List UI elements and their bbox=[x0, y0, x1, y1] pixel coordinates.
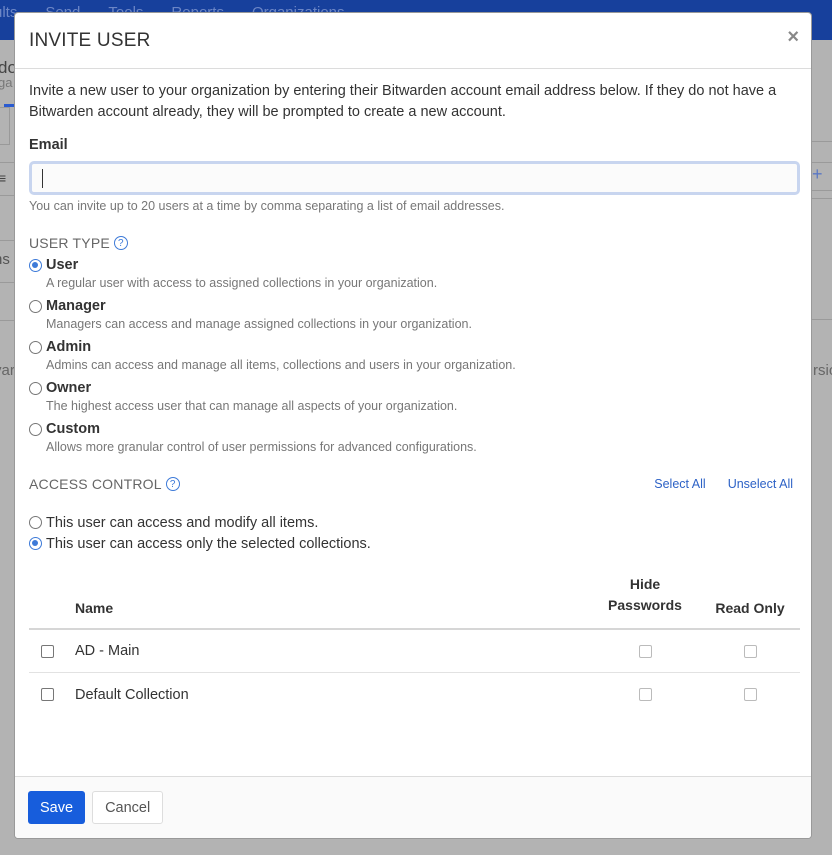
collection-name: Default Collection bbox=[75, 686, 189, 703]
select-collection-checkbox[interactable] bbox=[41, 644, 54, 658]
column-header-hide-passwords: Hide Passwords bbox=[590, 574, 700, 616]
help-icon[interactable]: ? bbox=[113, 236, 128, 250]
email-hint: You can invite up to 20 users at a time … bbox=[29, 199, 505, 213]
user-type-option-admin[interactable]: Admin Admins can access and manage all i… bbox=[29, 339, 799, 372]
hide-passwords-checkbox[interactable] bbox=[638, 644, 652, 658]
option-description: Managers can access and manage assigned … bbox=[46, 317, 472, 331]
user-type-label: USER TYPE ? bbox=[29, 235, 799, 251]
email-input[interactable] bbox=[42, 164, 797, 192]
option-description: Allows more granular control of user per… bbox=[46, 440, 477, 454]
modal-footer: Save Cancel bbox=[15, 776, 811, 838]
table-header: Name Hide Passwords Read Only bbox=[29, 576, 800, 630]
access-option-label: This user can access only the selected c… bbox=[46, 535, 371, 552]
user-type-option-user[interactable]: User A regular user with access to assig… bbox=[29, 257, 799, 290]
access-option-selected-collections[interactable]: This user can access only the selected c… bbox=[29, 533, 799, 554]
background-divider bbox=[0, 195, 14, 196]
radio-button-checked[interactable] bbox=[29, 258, 42, 272]
option-description: The highest access user that can manage … bbox=[46, 399, 458, 413]
user-type-heading: USER TYPE bbox=[29, 235, 110, 251]
unselect-all-link[interactable]: Unselect All bbox=[728, 477, 793, 491]
table-row: Default Collection bbox=[29, 673, 800, 716]
modal-body: Invite a new user to your organization b… bbox=[29, 81, 800, 716]
radio-button[interactable] bbox=[29, 381, 42, 395]
read-only-checkbox[interactable] bbox=[743, 688, 757, 701]
background-box bbox=[0, 107, 10, 145]
background-fragment: rsio bbox=[813, 362, 832, 379]
option-title: User bbox=[46, 257, 79, 273]
option-description: A regular user with access to assigned c… bbox=[46, 276, 438, 290]
radio-button[interactable] bbox=[29, 299, 42, 313]
email-label: Email bbox=[29, 137, 68, 153]
background-divider bbox=[0, 282, 14, 283]
user-type-section: USER TYPE ? User A regular user with acc… bbox=[29, 235, 799, 454]
cancel-button[interactable]: Cancel bbox=[92, 791, 164, 824]
radio-button[interactable] bbox=[29, 516, 42, 529]
background-divider bbox=[0, 240, 14, 241]
access-option-label: This user can access and modify all item… bbox=[46, 514, 319, 531]
intro-text: Invite a new user to your organization b… bbox=[29, 83, 777, 120]
modal-header: INVITE USER × bbox=[15, 13, 811, 69]
option-description: Admins can access and manage all items, … bbox=[46, 358, 516, 372]
select-all-link[interactable]: Select All bbox=[654, 477, 705, 491]
radio-button[interactable] bbox=[29, 340, 42, 354]
email-field-wrapper bbox=[29, 161, 800, 195]
help-icon[interactable]: ? bbox=[165, 477, 180, 491]
modal-title: INVITE USER bbox=[29, 30, 151, 51]
column-header-name: Name bbox=[75, 600, 114, 616]
background-divider bbox=[0, 320, 14, 321]
option-title: Custom bbox=[46, 421, 100, 437]
close-icon[interactable]: × bbox=[787, 27, 799, 47]
text-caret bbox=[42, 169, 43, 188]
select-collection-checkbox[interactable] bbox=[41, 688, 54, 701]
read-only-checkbox[interactable] bbox=[743, 644, 757, 658]
hide-passwords-checkbox[interactable] bbox=[638, 688, 652, 701]
background-divider bbox=[812, 190, 832, 191]
radio-button-checked[interactable] bbox=[29, 537, 42, 550]
background-divider bbox=[812, 162, 832, 163]
collection-name: AD - Main bbox=[75, 643, 140, 659]
access-option-all-items[interactable]: This user can access and modify all item… bbox=[29, 512, 799, 533]
user-type-option-manager[interactable]: Manager Managers can access and manage a… bbox=[29, 298, 799, 331]
access-control-heading: ACCESS CONTROL bbox=[29, 476, 162, 492]
access-control-label: ACCESS CONTROL ? bbox=[29, 476, 180, 492]
background-divider bbox=[812, 319, 832, 320]
background-menu-icon: ≡ bbox=[0, 170, 7, 186]
background-fragment: var bbox=[0, 362, 15, 379]
save-button[interactable]: Save bbox=[28, 791, 86, 824]
access-control-options: This user can access and modify all item… bbox=[29, 512, 799, 554]
column-header-read-only: Read Only bbox=[715, 600, 785, 616]
background-divider bbox=[812, 198, 832, 199]
option-title: Manager bbox=[46, 298, 106, 314]
user-type-option-custom[interactable]: Custom Allows more granular control of u… bbox=[29, 421, 799, 454]
background-fragment: ga bbox=[0, 75, 13, 90]
table-row: AD - Main bbox=[29, 630, 800, 673]
access-control-header: ACCESS CONTROL ? Select All Unselect All bbox=[29, 476, 799, 492]
collections-table: Name Hide Passwords Read Only AD - Main … bbox=[29, 576, 800, 716]
user-type-option-owner[interactable]: Owner The highest access user that can m… bbox=[29, 380, 799, 413]
option-title: Admin bbox=[46, 339, 92, 355]
column-header-hide-line1: Hide bbox=[629, 576, 661, 592]
background-fragment: ns bbox=[0, 251, 10, 268]
column-header-hide-line2: Passwords bbox=[608, 597, 682, 613]
add-icon: + bbox=[812, 164, 823, 184]
background-divider bbox=[0, 162, 14, 163]
selection-links: Select All Unselect All bbox=[654, 477, 799, 491]
option-title: Owner bbox=[46, 380, 92, 396]
invite-user-modal: INVITE USER × Invite a new user to your … bbox=[14, 12, 812, 839]
radio-button[interactable] bbox=[29, 422, 42, 436]
background-divider bbox=[812, 141, 832, 142]
